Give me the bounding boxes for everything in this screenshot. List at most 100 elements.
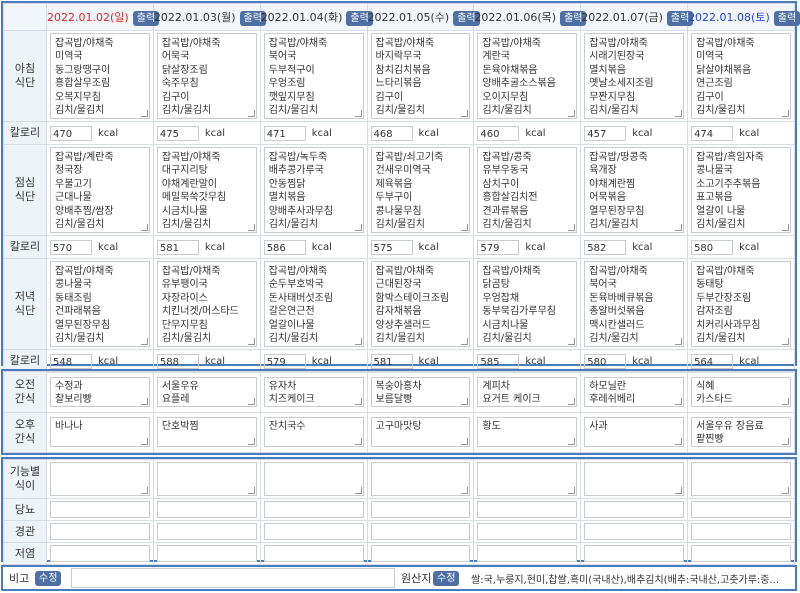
resize-grip-icon[interactable] [675,224,683,231]
resize-grip-icon[interactable] [354,487,362,494]
resize-grip-icon[interactable] [461,397,469,405]
lunch-menu-textarea[interactable]: 잡곡밥/흑임자죽 콩나물국 소고기주추볶음 표고볶음 얼갈이 나물 김치/물김치 [691,147,791,233]
diet-textarea[interactable] [156,523,257,540]
resize-grip-icon[interactable] [782,438,789,446]
pm-snack-textarea[interactable]: 바나나 [50,417,150,448]
diet-textarea[interactable] [691,462,791,496]
diet-textarea[interactable] [263,523,364,540]
diet-textarea[interactable] [156,501,257,518]
diet-textarea[interactable] [477,501,578,518]
breakfast-menu-textarea[interactable]: 잡곡밥/야채죽 미역국 동그랑땡구이 흥합살무조림 오복지무침 김치/물김치 [50,33,150,119]
dinner-menu-textarea[interactable]: 잡곡밥/야채죽 동태탕 두부간장조림 감자조림 치커리사과무침 김치/물김치 [691,261,791,347]
diet-textarea[interactable] [370,545,471,562]
am-snack-textarea[interactable]: 유자차 치즈케이크 [263,376,364,407]
calorie-input[interactable]: 474 [691,125,734,141]
diet-textarea[interactable] [691,545,791,562]
calorie-input[interactable]: 581 [370,353,413,369]
resize-grip-icon[interactable] [247,438,255,446]
resize-grip-icon[interactable] [675,487,683,494]
resize-grip-icon[interactable] [354,397,362,405]
diet-textarea[interactable] [50,545,150,562]
resize-grip-icon[interactable] [782,487,789,494]
resize-grip-icon[interactable] [140,397,148,405]
diet-textarea[interactable] [156,462,257,496]
pm-snack-textarea[interactable]: 단호박찜 [156,417,257,448]
diet-textarea[interactable] [370,501,471,518]
calorie-input[interactable]: 588 [156,353,199,369]
dinner-menu-textarea[interactable]: 잡곡밥/야채죽 콩나물국 동태조림 건파래볶음 열무된장무침 김치/물김치 [50,261,150,347]
calorie-input[interactable]: 580 [584,353,627,369]
calorie-input[interactable]: 470 [50,125,92,141]
resize-grip-icon[interactable] [675,338,683,345]
dinner-menu-textarea[interactable]: 잡곡밥/야채죽 유부팽이국 자장라이스 치킨너겟/머스타드 단무지무침 김치/물김치 [156,261,257,347]
diet-textarea[interactable] [263,545,364,562]
calorie-input[interactable]: 471 [263,125,306,141]
resize-grip-icon[interactable] [461,338,469,345]
resize-grip-icon[interactable] [247,397,255,405]
resize-grip-icon[interactable] [354,438,362,446]
resize-grip-icon[interactable] [140,438,148,446]
pm-snack-textarea[interactable]: 서울우유 장음료 팥찐빵 [691,417,791,448]
calorie-input[interactable]: 585 [477,353,520,369]
calorie-input[interactable]: 580 [691,239,734,255]
resize-grip-icon[interactable] [461,487,469,494]
resize-grip-icon[interactable] [568,110,576,117]
breakfast-menu-textarea[interactable]: 잡곡밥/야채죽 미역국 닭살야채볶음 연근조림 김구이 김치/물김치 [691,33,791,119]
diet-textarea[interactable] [691,501,791,518]
diet-textarea[interactable] [477,545,578,562]
resize-grip-icon[interactable] [247,110,255,117]
calorie-input[interactable]: 564 [691,353,734,369]
calorie-input[interactable]: 460 [477,125,520,141]
note-edit-button[interactable]: 수정 [35,570,62,586]
diet-textarea[interactable] [50,462,150,496]
resize-grip-icon[interactable] [461,110,469,117]
diet-textarea[interactable] [156,545,257,562]
resize-grip-icon[interactable] [140,224,148,231]
diet-textarea[interactable] [50,523,150,540]
resize-grip-icon[interactable] [568,338,576,345]
resize-grip-icon[interactable] [140,110,148,117]
calorie-input[interactable]: 548 [50,353,92,369]
resize-grip-icon[interactable] [354,338,362,345]
resize-grip-icon[interactable] [782,224,789,231]
dinner-menu-textarea[interactable]: 잡곡밥/야채죽 닭곰탕 우엉잡채 동부묵김가루무침 시금치나물 김치/물김치 [477,261,578,347]
calorie-input[interactable]: 582 [584,239,627,255]
breakfast-menu-textarea[interactable]: 잡곡밥/야채죽 북어국 두부적구이 우엉조림 깻잎지무침 김치/물김치 [263,33,364,119]
resize-grip-icon[interactable] [140,338,148,345]
am-snack-textarea[interactable]: 계피차 요거트 케이크 [477,376,578,407]
diet-textarea[interactable] [584,545,685,562]
diet-textarea[interactable] [584,501,685,518]
resize-grip-icon[interactable] [675,397,683,405]
am-snack-textarea[interactable]: 하모닐란 후레쉬베리 [584,376,685,407]
diet-textarea[interactable] [50,501,150,518]
calorie-input[interactable]: 586 [263,239,306,255]
calorie-input[interactable]: 579 [263,353,306,369]
resize-grip-icon[interactable] [782,397,789,405]
resize-grip-icon[interactable] [461,438,469,446]
am-snack-textarea[interactable]: 식혜 카스타드 [691,376,791,407]
calorie-input[interactable]: 457 [584,125,627,141]
resize-grip-icon[interactable] [354,110,362,117]
pm-snack-textarea[interactable]: 사과 [584,417,685,448]
am-snack-textarea[interactable]: 복숭아홍차 보름달빵 [370,376,471,407]
lunch-menu-textarea[interactable]: 잡곡밥/콩죽 유부우동국 삼치구이 흥합살김치전 견과류볶음 김치/물김치 [477,147,578,233]
calorie-input[interactable]: 468 [370,125,413,141]
resize-grip-icon[interactable] [568,397,576,405]
lunch-menu-textarea[interactable]: 잡곡밥/땅콩죽 육개장 야채계란찜 어묵볶음 열무된장무침 김치/물김치 [584,147,685,233]
pm-snack-textarea[interactable]: 잔치국수 [263,417,364,448]
dinner-menu-textarea[interactable]: 잡곡밥/야채죽 근대된장국 함박스테이크조림 감자채볶음 양상추샐러드 김치/물김치 [370,261,471,347]
resize-grip-icon[interactable] [354,224,362,231]
pm-snack-textarea[interactable]: 고구마맛탕 [370,417,471,448]
pm-snack-textarea[interactable]: 황도 [477,417,578,448]
calorie-input[interactable]: 579 [477,239,520,255]
diet-textarea[interactable] [691,523,791,540]
resize-grip-icon[interactable] [568,438,576,446]
resize-grip-icon[interactable] [568,224,576,231]
dinner-menu-textarea[interactable]: 잡곡밥/야채죽 북어국 돈육바베큐볶음 총알버섯볶음 맥시칸샐러드 김치/물김치 [584,261,685,347]
diet-textarea[interactable] [370,462,471,496]
lunch-menu-textarea[interactable]: 잡곡밥/계란죽 청국장 우불고기 근대나물 양배추찜/쌈장 김치/물김치 [50,147,150,233]
resize-grip-icon[interactable] [675,438,683,446]
diet-textarea[interactable] [477,462,578,496]
diet-textarea[interactable] [263,462,364,496]
resize-grip-icon[interactable] [140,487,148,494]
